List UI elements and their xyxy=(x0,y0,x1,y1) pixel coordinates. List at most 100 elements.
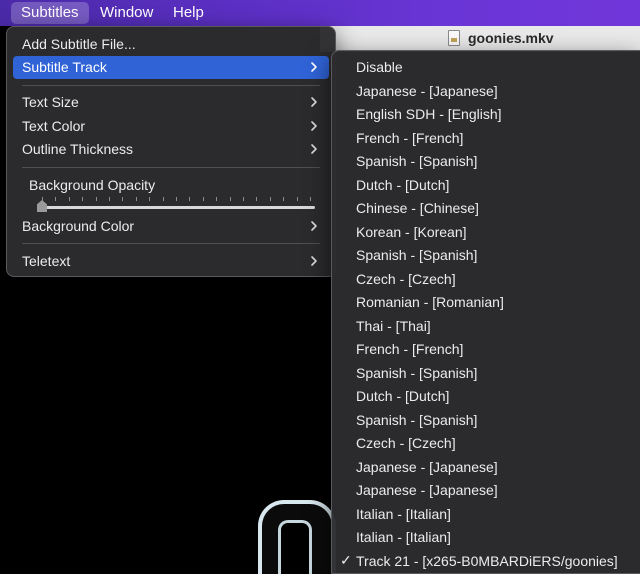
slider-tick xyxy=(136,197,137,201)
track-item-label: English SDH - [English] xyxy=(356,106,502,122)
slider-tick xyxy=(109,197,110,201)
menu-item-label: Outline Thickness xyxy=(22,141,134,157)
track-item[interactable]: Spanish - [Spanish] xyxy=(338,409,640,432)
track-item[interactable]: Dutch - [Dutch] xyxy=(338,174,640,197)
track-item-label: Italian - [Italian] xyxy=(356,529,451,545)
slider-tick xyxy=(96,197,97,201)
menu-separator xyxy=(22,167,320,168)
track-item[interactable]: Czech - [Czech] xyxy=(338,432,640,455)
menu-item-label: Text Color xyxy=(22,118,86,134)
menu-item-label: Subtitle Track xyxy=(22,59,107,75)
slider-tick xyxy=(310,197,311,201)
track-item[interactable]: Disable xyxy=(338,56,640,79)
menu-item-add-subtitle-file[interactable]: Add Subtitle File... xyxy=(13,33,329,56)
menu-item-subtitle-track[interactable]: Subtitle Track xyxy=(13,56,329,79)
track-item[interactable]: Japanese - [Japanese] xyxy=(338,479,640,502)
slider-tick xyxy=(55,197,56,201)
track-item-label: Japanese - [Japanese] xyxy=(356,482,498,498)
track-item[interactable]: English SDH - [English] xyxy=(338,103,640,126)
track-item[interactable]: Spanish - [Spanish] xyxy=(338,150,640,173)
track-item-label: Disable xyxy=(356,59,403,75)
slider-tick xyxy=(149,197,150,201)
chevron-right-icon xyxy=(307,254,321,268)
menu-separator xyxy=(22,243,320,244)
track-item-label: Korean - [Korean] xyxy=(356,223,467,240)
window-title: goonies.mkv xyxy=(468,30,554,46)
menu-item-label: Text Size xyxy=(22,94,79,110)
track-item[interactable]: Czech - [Czech] xyxy=(338,268,640,291)
track-item[interactable]: Italian - [Italian] xyxy=(338,526,640,549)
track-item[interactable]: French - [French] xyxy=(338,127,640,150)
slider-tick xyxy=(69,197,70,201)
track-item-label: Japanese - [Japanese] xyxy=(356,82,498,99)
menubar-window[interactable]: Window xyxy=(90,2,163,24)
track-item-label: Spanish - [Spanish] xyxy=(356,411,478,428)
slider-tick xyxy=(163,197,164,201)
track-item-label: Spanish - [Spanish] xyxy=(356,247,478,263)
slider-tick xyxy=(189,197,190,201)
slider-tick xyxy=(176,197,177,201)
track-item-label: Chinese - [Chinese] xyxy=(356,200,479,216)
track-item[interactable]: Spanish - [Spanish] xyxy=(338,244,640,267)
menubar-help[interactable]: Help xyxy=(163,2,214,24)
track-item[interactable]: Italian - [Italian] xyxy=(338,503,640,526)
track-item[interactable]: Chinese - [Chinese] xyxy=(338,197,640,220)
chevron-right-icon xyxy=(307,142,321,156)
track-item-label: Spanish - [Spanish] xyxy=(356,364,478,381)
subtitle-track-submenu: Disable Japanese - [Japanese] English SDH … xyxy=(331,50,640,574)
track-item-label: Thai - [Thai] xyxy=(356,317,431,334)
track-item[interactable]: Spanish - [Spanish] xyxy=(338,362,640,385)
window-titlebar: goonies.mkv xyxy=(320,26,640,52)
slider-tick xyxy=(256,197,257,201)
track-item[interactable]: Dutch - [Dutch] xyxy=(338,385,640,408)
slider-tick xyxy=(297,197,298,201)
slider-tick xyxy=(230,197,231,201)
slider-tick xyxy=(82,197,83,201)
track-item-label: Czech - [Czech] xyxy=(356,435,456,451)
chevron-right-icon xyxy=(307,95,321,109)
slider-tick xyxy=(216,197,217,201)
menu-item-teletext[interactable]: Teletext xyxy=(13,250,329,273)
track-item-label: Japanese - [Japanese] xyxy=(356,458,498,475)
track-item-label: Dutch - [Dutch] xyxy=(356,176,450,193)
document-icon xyxy=(448,30,460,46)
track-item[interactable]: Japanese - [Japanese] xyxy=(338,80,640,103)
menubar-subtitles[interactable]: Subtitles xyxy=(11,2,89,24)
track-item[interactable]: French - [French] xyxy=(338,338,640,361)
slider-thumb[interactable] xyxy=(37,200,47,212)
track-item-label: French - [French] xyxy=(356,341,464,357)
chevron-right-icon xyxy=(307,60,321,74)
background-opacity-label: Background Opacity xyxy=(29,177,156,193)
track-item[interactable]: Romanian - [Romanian] xyxy=(338,291,640,314)
track-item-label: Dutch - [Dutch] xyxy=(356,388,450,404)
video-frame-content xyxy=(258,500,336,574)
menu-item-text-color[interactable]: Text Color xyxy=(13,115,329,138)
menu-item-label: Teletext xyxy=(22,253,71,269)
track-item[interactable]: Japanese - [Japanese] xyxy=(338,456,640,479)
background-opacity-slider[interactable] xyxy=(37,197,315,215)
track-item-label: Spanish - [Spanish] xyxy=(356,153,478,169)
slider-tick xyxy=(243,197,244,201)
track-item-label: French - [French] xyxy=(356,129,464,146)
menubar: Subtitles Window Help xyxy=(0,0,640,26)
menu-item-background-color[interactable]: Background Color xyxy=(13,215,329,238)
track-item-label: Czech - [Czech] xyxy=(356,270,456,287)
track-item[interactable]: Thai - [Thai] xyxy=(338,315,640,338)
track-item[interactable]: ✓ Track 21 - [x265-B0MBARDiERS/goonies] xyxy=(338,550,640,573)
track-item-label: Italian - [Italian] xyxy=(356,505,451,522)
slider-tick xyxy=(203,197,204,201)
track-item-label: Track 21 - [x265-B0MBARDiERS/goonies] xyxy=(356,552,618,569)
menu-item-label: Add Subtitle File... xyxy=(22,36,136,52)
menu-item-text-size[interactable]: Text Size xyxy=(13,91,329,114)
slider-tick xyxy=(122,197,123,201)
slider-tick xyxy=(270,197,271,201)
track-item[interactable]: Korean - [Korean] xyxy=(338,221,640,244)
checkmark-icon: ✓ xyxy=(340,551,352,568)
menu-item-label: Background Color xyxy=(22,218,135,234)
chevron-right-icon xyxy=(307,119,321,133)
slider-track xyxy=(37,206,315,209)
track-item-label: Romanian - [Romanian] xyxy=(356,294,504,310)
menu-separator xyxy=(22,85,320,86)
chevron-right-icon xyxy=(307,219,321,233)
menu-item-outline-thickness[interactable]: Outline Thickness xyxy=(13,138,329,161)
